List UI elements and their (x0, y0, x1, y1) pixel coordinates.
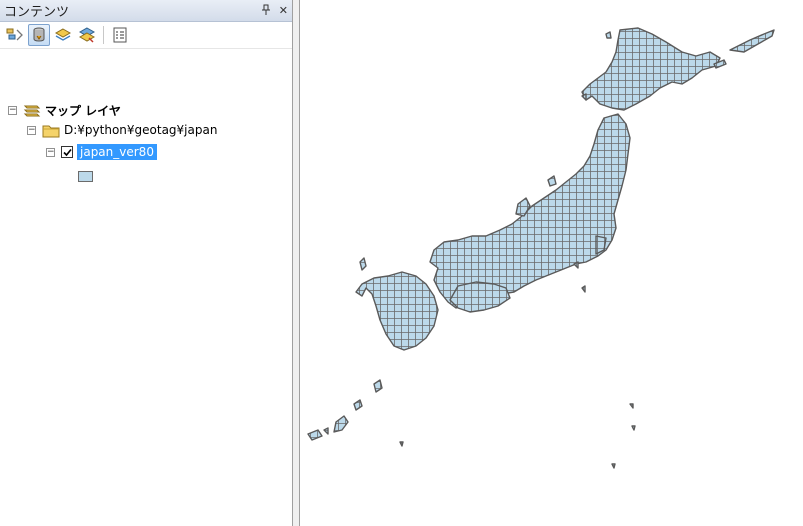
collapse-folder-expander[interactable]: − (27, 125, 36, 135)
folder-path-label[interactable]: D:¥python¥geotag¥japan (64, 123, 217, 137)
list-by-visibility-icon (54, 28, 72, 41)
toolbar-separator (103, 26, 104, 44)
toc-title: コンテンツ (4, 5, 70, 20)
eastern-islets-polygon (729, 29, 775, 53)
ogasawara-islet-polygon (631, 425, 636, 431)
list-by-source-icon (33, 27, 45, 42)
toc-toolbar (0, 22, 292, 49)
hokkaido-polygon (581, 27, 721, 111)
list-by-selection-button[interactable] (76, 24, 98, 46)
tree-row-map: − マップ レイヤ (8, 101, 121, 119)
map-display[interactable] (300, 0, 803, 526)
izu-island-2-polygon (581, 285, 586, 293)
list-by-source-button[interactable] (28, 24, 50, 46)
list-by-visibility-button[interactable] (52, 24, 74, 46)
okinawa-island-polygon (333, 415, 349, 433)
table-of-contents-panel: コンテンツ ✕ − マップ レイヤ − D:¥python¥geotag¥jap… (0, 0, 293, 526)
close-icon[interactable]: ✕ (279, 4, 288, 17)
map-layers-label[interactable]: マップ レイヤ (45, 102, 121, 119)
okinotorishima-polygon (399, 441, 404, 447)
toc-title-bar: コンテンツ ✕ (0, 0, 292, 22)
collapse-layer-expander[interactable]: − (46, 147, 55, 157)
amami-island-polygon (373, 379, 383, 393)
collapse-map-expander[interactable]: − (8, 105, 17, 115)
honshu-polygon (429, 113, 631, 309)
okushiri-island-polygon (581, 93, 587, 101)
ogasawara-islets-polygon (629, 403, 634, 409)
layer-name-label[interactable]: japan_ver80 (77, 144, 157, 160)
tree-row-folder: − D:¥python¥geotag¥japan (27, 121, 217, 139)
tree-row-layer: − japan_ver80 (46, 143, 157, 161)
checkmark-icon (62, 148, 72, 156)
japan-map-polygons (307, 27, 775, 469)
sado-island-polygon (547, 175, 557, 187)
panel-splitter[interactable] (293, 0, 300, 526)
tsushima-polygon (359, 257, 367, 271)
folder-icon (42, 125, 60, 137)
layer-visibility-checkbox[interactable] (61, 146, 73, 158)
rebun-island-polygon (605, 31, 612, 39)
sakishima-islands-polygon (307, 429, 323, 441)
options-button[interactable] (109, 24, 131, 46)
list-by-drawing-order-button[interactable] (4, 24, 26, 46)
pin-icon[interactable] (261, 4, 271, 18)
nansei-islands-polygon (353, 399, 363, 411)
list-by-selection-icon (78, 27, 96, 43)
shikoku-polygon (449, 281, 511, 313)
options-icon (113, 27, 127, 43)
sakishima-islet-polygon (323, 427, 329, 435)
minamitorishima-polygon (611, 463, 616, 469)
layer-symbol-swatch[interactable] (78, 171, 93, 182)
kyushu-polygon (355, 271, 439, 351)
list-by-drawing-order-icon (6, 28, 23, 41)
map-layers-icon (23, 105, 41, 117)
